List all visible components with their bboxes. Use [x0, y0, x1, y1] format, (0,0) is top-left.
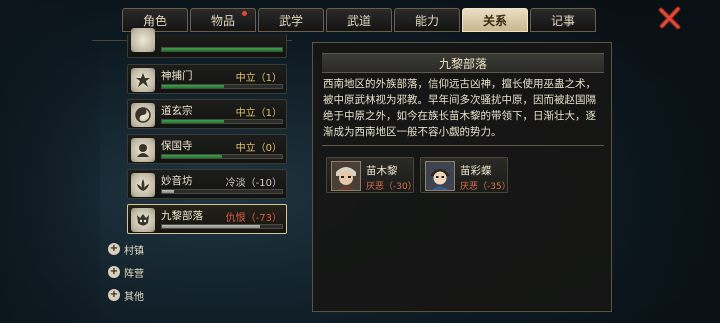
reputation-bar	[161, 154, 283, 159]
reputation-bar-fill	[162, 225, 261, 228]
tab-martial-arts[interactable]: 武学	[258, 8, 324, 32]
tab-martial-way[interactable]: 武道	[326, 8, 392, 32]
faction-status: 中立（1）	[235, 108, 282, 119]
plus-icon: +	[108, 243, 120, 255]
member-name: 苗木黎	[366, 165, 398, 177]
category-villages[interactable]: + 村镇	[108, 242, 144, 257]
notification-dot-icon	[242, 11, 247, 16]
temple-emblem-icon	[131, 138, 155, 162]
reputation-bar-fill	[162, 155, 222, 158]
reputation-bar-fill	[162, 48, 282, 51]
background-right	[600, 0, 720, 323]
plus-icon: +	[108, 289, 120, 301]
tab-label: 武学	[278, 13, 303, 28]
reputation-bar	[161, 224, 283, 229]
tab-label: 武道	[346, 13, 371, 28]
member-relation: 厌恶（-30）	[366, 182, 417, 192]
character-portrait-icon	[331, 161, 361, 191]
tab-relations[interactable]: 关系	[462, 8, 528, 32]
faction-row-partial[interactable]	[127, 28, 287, 58]
faction-row-baoguosi[interactable]: 保国寺 中立（0）	[127, 134, 287, 164]
close-icon[interactable]	[657, 5, 683, 31]
top-tab-bar: 角色 物品 武学 武道 能力 关系 记事	[122, 8, 598, 32]
faction-row-miaoyinfang[interactable]: 妙音坊 冷淡（-10）	[127, 169, 287, 199]
reputation-bar	[161, 189, 283, 194]
category-label: 其他	[124, 291, 144, 303]
tab-abilities[interactable]: 能力	[394, 8, 460, 32]
category-other[interactable]: + 其他	[108, 288, 144, 303]
faction-row-shenbumen[interactable]: 神捕门 中立（1）	[127, 64, 287, 94]
detail-divider	[322, 145, 604, 146]
background-left	[0, 0, 100, 323]
tab-label: 物品	[210, 13, 235, 28]
shenbumen-emblem-icon	[131, 68, 155, 92]
detail-description: 西南地区的外族部落，信仰远古凶神，擅长使用巫蛊之术，被中原武林视为邪教。早年间多…	[323, 78, 596, 138]
reputation-bar	[161, 119, 283, 124]
reputation-bar-fill	[162, 120, 225, 123]
tab-label: 能力	[414, 13, 439, 28]
faction-status: 中立（0）	[235, 143, 282, 154]
faction-name: 道玄宗	[161, 105, 193, 117]
tab-label: 关系	[482, 13, 507, 28]
plus-icon: +	[108, 266, 120, 278]
tab-items[interactable]: 物品	[190, 8, 256, 32]
faction-row-daoxuanzong[interactable]: 道玄宗 中立（1）	[127, 99, 287, 129]
faction-row-jiuli-selected[interactable]: 九黎部落 仇恨（-73）	[127, 204, 287, 234]
member-card-miaomuli[interactable]: 苗木黎 厌恶（-30）	[326, 157, 417, 193]
member-name: 苗彩蝶	[460, 165, 492, 177]
member-relation: 厌恶（-35）	[460, 182, 511, 192]
detail-title: 九黎部落	[322, 53, 604, 73]
faction-status: 冷淡（-10）	[225, 178, 282, 189]
faction-name: 保国寺	[161, 140, 193, 152]
category-label: 阵营	[124, 268, 144, 280]
tab-label: 角色	[142, 13, 167, 28]
reputation-bar	[161, 47, 283, 52]
tab-label: 记事	[550, 13, 575, 28]
member-card-miaocaidie[interactable]: 苗彩蝶 厌恶（-35）	[420, 157, 511, 193]
demon-mask-emblem-icon	[131, 208, 155, 232]
reputation-bar	[161, 84, 283, 89]
faction-emblem-icon	[131, 28, 155, 52]
tab-journal[interactable]: 记事	[530, 8, 596, 32]
yin-yang-emblem-icon	[131, 103, 155, 127]
character-portrait-icon	[425, 161, 455, 191]
category-label: 村镇	[124, 245, 144, 257]
faction-status: 中立（1）	[235, 73, 282, 84]
category-camps[interactable]: + 阵营	[108, 265, 144, 280]
reputation-bar-fill	[162, 85, 225, 88]
lotus-emblem-icon	[131, 173, 155, 197]
faction-name: 神捕门	[161, 70, 193, 82]
faction-name: 妙音坊	[161, 175, 193, 187]
faction-name: 九黎部落	[161, 210, 203, 222]
reputation-bar-fill	[162, 190, 174, 193]
faction-status: 仇恨（-73）	[225, 213, 282, 224]
